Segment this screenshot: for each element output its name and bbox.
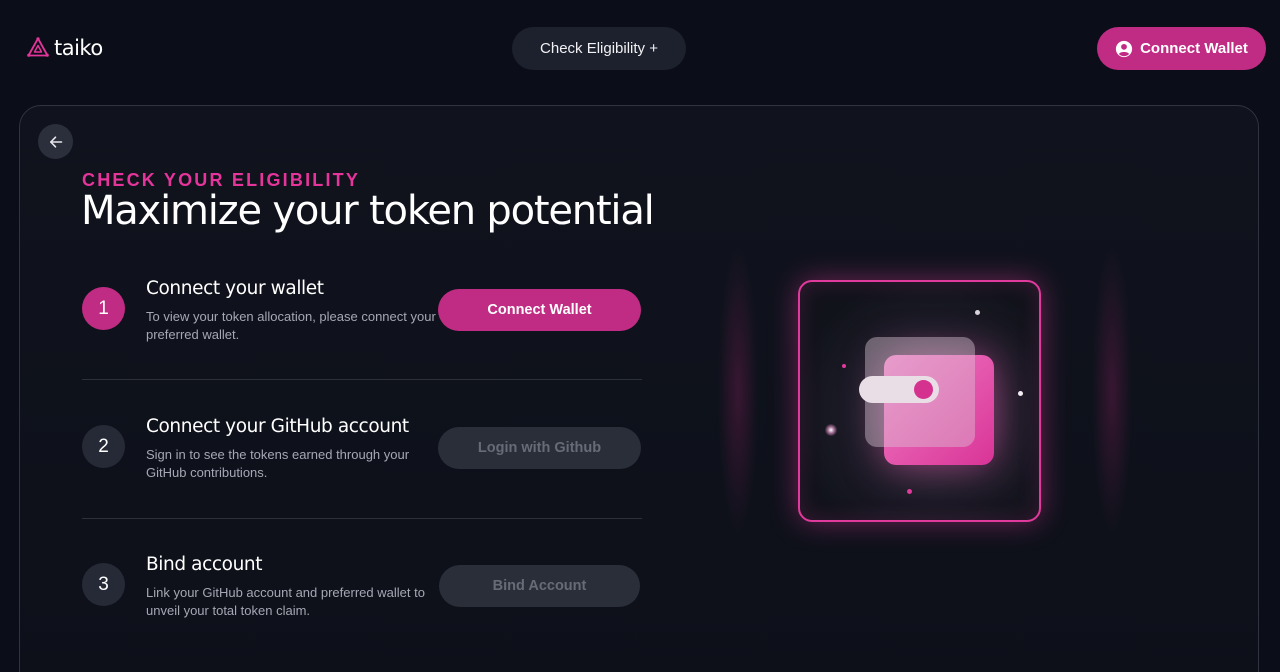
sparkle: [975, 310, 980, 315]
sparkle: [825, 424, 837, 436]
bind-account-button[interactable]: Bind Account: [439, 565, 640, 607]
page-title: Maximize your token potential: [81, 188, 655, 234]
step-number: 1: [82, 287, 125, 330]
eligibility-card: CHECK YOUR ELIGIBILITY Maximize your tok…: [19, 105, 1259, 672]
divider: [82, 518, 642, 519]
sparkle: [907, 489, 912, 494]
back-button[interactable]: [38, 124, 73, 159]
glow-bar: [1092, 246, 1132, 536]
step-title: Bind account: [146, 554, 263, 575]
step-title: Connect your wallet: [146, 278, 324, 299]
divider: [82, 379, 642, 380]
wallet-illustration: [700, 236, 1258, 576]
user-circle-icon: [1115, 40, 1133, 57]
step-number: 3: [82, 563, 125, 606]
arrow-left-icon: [49, 135, 62, 148]
illustration-frame: [798, 280, 1041, 522]
connect-wallet-header-button[interactable]: Connect Wallet: [1097, 27, 1266, 70]
taiko-logo[interactable]: taiko: [26, 36, 103, 60]
step-bind-account: 3 Bind account Link your GitHub account …: [82, 554, 642, 634]
sparkle: [842, 364, 846, 368]
step-connect-github: 2 Connect your GitHub account Sign in to…: [82, 416, 642, 496]
connect-wallet-button[interactable]: Connect Wallet: [438, 289, 641, 331]
step-description: Sign in to see the tokens earned through…: [146, 447, 410, 480]
login-github-button[interactable]: Login with Github: [438, 427, 641, 469]
connect-wallet-header-label: Connect Wallet: [1140, 40, 1248, 57]
glow-bar: [718, 246, 758, 536]
logo-text: taiko: [54, 36, 103, 60]
wallet-clasp-dot: [914, 380, 933, 399]
step-description: To view your token allocation, please co…: [146, 309, 436, 342]
step-number: 2: [82, 425, 125, 468]
taiko-logo-icon: [27, 37, 49, 57]
sparkle: [1018, 391, 1023, 396]
step-title: Connect your GitHub account: [146, 416, 409, 437]
check-eligibility-button[interactable]: Check Eligibility +: [512, 27, 686, 70]
step-description: Link your GitHub account and preferred w…: [146, 585, 425, 618]
step-connect-wallet: 1 Connect your wallet To view your token…: [82, 278, 642, 358]
